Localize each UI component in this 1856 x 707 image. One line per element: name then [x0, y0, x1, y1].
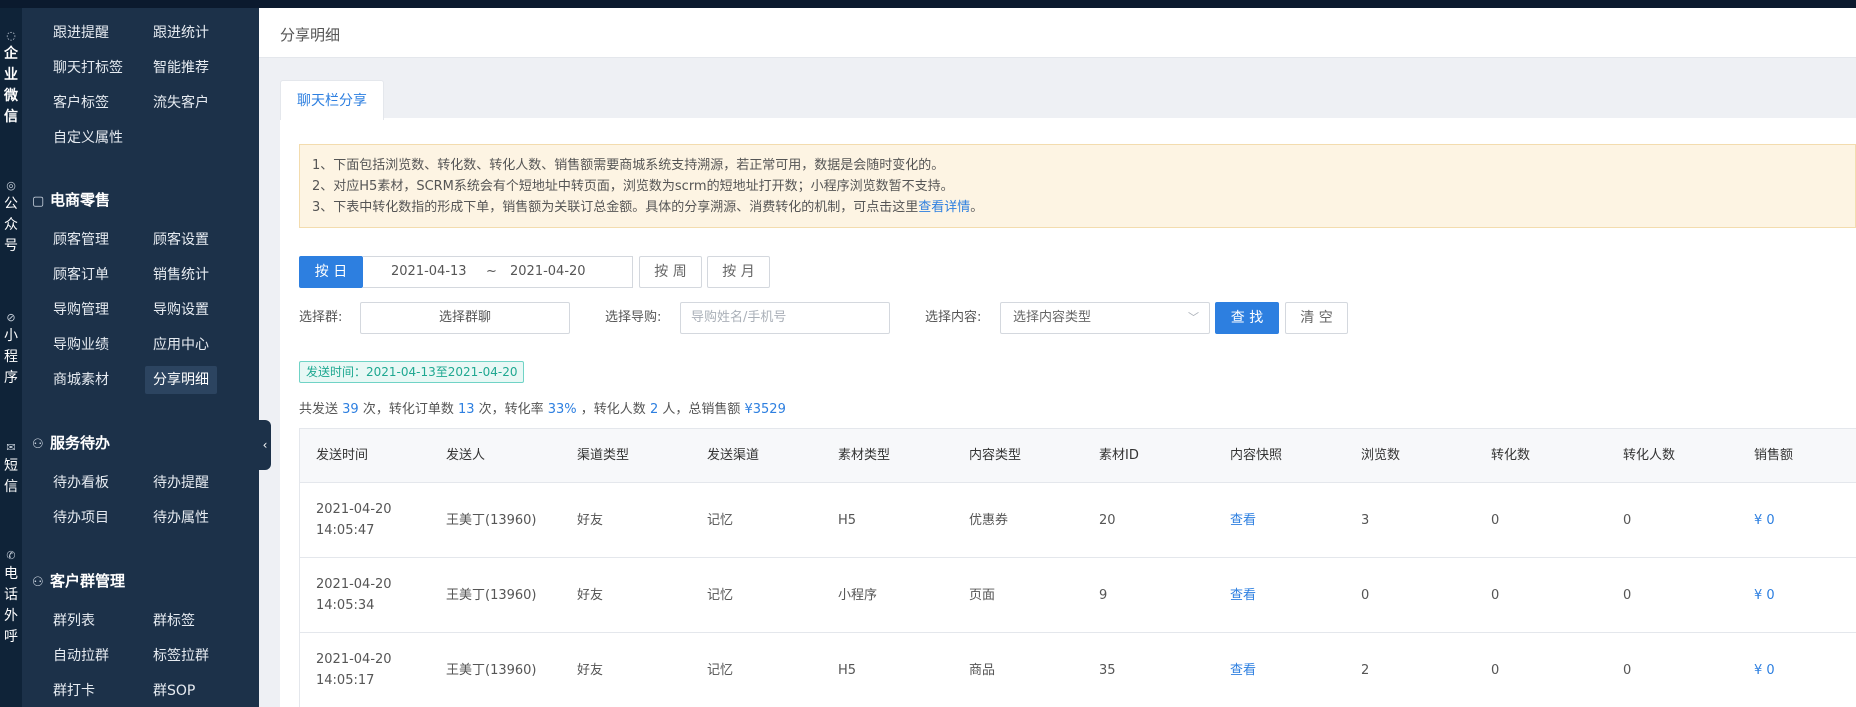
sidebar-item-follow-reminder[interactable]: 跟进提醒 — [53, 23, 109, 43]
rail-item-sms[interactable]: ✉ 短 信 — [0, 440, 22, 498]
column-header: 素材类型 — [838, 448, 891, 463]
chat-bubble-icon: ◌ — [6, 29, 16, 42]
view-details-link[interactable]: 查看详情 — [918, 200, 970, 215]
mini-program-icon: ⊘ — [6, 311, 16, 324]
table-header-row: 发送时间 发送人 渠道类型 发送渠道 素材类型 内容类型 素材ID 内容快照 浏… — [300, 429, 1856, 483]
summary-stats: 共发送 39 次，转化订单数 13 次，转化率 33% ，转化人数 2 人，总销… — [299, 402, 786, 417]
guide-search-input[interactable]: 导购姓名/手机号 — [680, 302, 890, 334]
phone-icon: ✆ — [6, 549, 16, 562]
group-select-label: 选择群: — [299, 310, 343, 325]
search-button[interactable]: 查 找 — [1215, 302, 1279, 334]
page-title: 分享明细 — [280, 26, 341, 44]
module-rail: ◌ 企 业 微 信 ◎ 公 众 号 ⊘ 小 程 序 ✉ 短 信 ✆ 电 话 外 … — [0, 8, 22, 707]
column-header: 素材ID — [1099, 448, 1139, 463]
column-header: 发送人 — [446, 448, 486, 463]
sidebar-item-customer-tags[interactable]: 客户标签 — [53, 93, 109, 113]
column-header: 发送渠道 — [707, 448, 760, 463]
by-day-button[interactable]: 按 日 — [299, 256, 363, 288]
sidebar-item-mall-materials[interactable]: 商城素材 — [53, 370, 109, 390]
sidebar-item-todo-reminder[interactable]: 待办提醒 — [153, 473, 209, 493]
chevron-down-icon: ﹀ — [1188, 311, 1199, 324]
sidebar-item-tag-group[interactable]: 标签拉群 — [153, 646, 209, 666]
page-header: 分享明细 — [259, 8, 1856, 58]
column-header: 发送时间 — [316, 448, 369, 463]
sidebar-item-guide-settings[interactable]: 导购设置 — [153, 300, 209, 320]
sidebar-item-auto-group[interactable]: 自动拉群 — [53, 646, 109, 666]
sidebar-item-todo-items[interactable]: 待办项目 — [53, 508, 109, 528]
rail-item-phone[interactable]: ✆ 电 话 外 呼 — [0, 548, 22, 648]
column-header: 内容快照 — [1230, 448, 1283, 463]
content-type-select[interactable]: 选择内容类型 ﹀ — [1000, 302, 1210, 334]
sidebar-item-chat-tag[interactable]: 聊天打标签 — [53, 58, 123, 78]
group-user-icon: ⚇ — [32, 575, 44, 590]
wechat-icon: ◎ — [6, 179, 16, 192]
main-content: 分享明细 聊天栏分享 1、下面包括浏览数、转化数、转化人数、销售额需要商城系统支… — [259, 8, 1856, 707]
view-snapshot-link[interactable]: 查看 — [1230, 483, 1256, 557]
sidebar-item-custom-attributes[interactable]: 自定义属性 — [53, 128, 123, 148]
column-header: 渠道类型 — [577, 448, 630, 463]
shop-bag-icon: ▢ — [32, 194, 45, 209]
date-range-picker[interactable]: 2021-04-13 ~ 2021-04-20 — [363, 256, 633, 288]
sidebar-item-guide-performance[interactable]: 导购业绩 — [53, 335, 109, 355]
sidebar-item-sales-stats[interactable]: 销售统计 — [153, 265, 209, 285]
table-row: 2021-04-20 14:05:17 王美丁(13960) 好友 记忆 H5 … — [300, 633, 1856, 707]
table-row: 2021-04-20 14:05:34 王美丁(13960) 好友 记忆 小程序… — [300, 558, 1856, 633]
top-bar — [0, 0, 1856, 8]
group-select[interactable]: 选择群聊 — [360, 302, 570, 334]
sidebar-item-group-sop[interactable]: 群SOP — [153, 681, 195, 701]
view-snapshot-link[interactable]: 查看 — [1230, 633, 1256, 707]
sidebar-item-customer-orders[interactable]: 顾客订单 — [53, 265, 109, 285]
clear-button[interactable]: 清 空 — [1285, 302, 1348, 334]
sidebar-section-service-todo[interactable]: ⚇ 服务待办 — [32, 433, 110, 455]
column-header: 销售额 — [1754, 448, 1794, 463]
date-end: 2021-04-20 — [510, 264, 586, 279]
by-week-button[interactable]: 按 周 — [639, 256, 702, 288]
date-separator: ~ — [486, 264, 497, 279]
sidebar-item-todo-attributes[interactable]: 待办属性 — [153, 508, 209, 528]
sidebar-item-smart-recommend[interactable]: 智能推荐 — [153, 58, 209, 78]
sidebar-item-app-center[interactable]: 应用中心 — [153, 335, 209, 355]
mail-icon: ✉ — [6, 441, 16, 454]
column-header: 转化人数 — [1623, 448, 1676, 463]
sidebar-section-group-manage[interactable]: ⚇ 客户群管理 — [32, 571, 125, 593]
service-user-icon: ⚇ — [32, 437, 44, 452]
table-row: 2021-04-20 14:05:47 王美丁(13960) 好友 记忆 H5 … — [300, 483, 1856, 558]
notice-box: 1、下面包括浏览数、转化数、转化人数、销售额需要商城系统支持溯源，若正常可用，数… — [299, 144, 1856, 228]
sidebar-item-share-details[interactable]: 分享明细 — [145, 366, 217, 394]
sidebar-item-group-list[interactable]: 群列表 — [53, 611, 95, 631]
column-header: 内容类型 — [969, 448, 1022, 463]
rail-item-mini-program[interactable]: ⊘ 小 程 序 — [0, 310, 22, 389]
sidebar-item-guide-manage[interactable]: 导购管理 — [53, 300, 109, 320]
sales-amount-link[interactable]: ¥ 0 — [1754, 483, 1775, 557]
column-header: 浏览数 — [1361, 448, 1401, 463]
sidebar-section-ecommerce[interactable]: ▢ 电商零售 — [32, 190, 110, 212]
tab-chat-sidebar-share[interactable]: 聊天栏分享 — [280, 80, 384, 120]
sidebar-item-customer-manage[interactable]: 顾客管理 — [53, 230, 109, 250]
date-start: 2021-04-13 — [391, 264, 467, 279]
sidebar-item-todo-board[interactable]: 待办看板 — [53, 473, 109, 493]
sidebar: 跟进提醒 跟进统计 聊天打标签 智能推荐 客户标签 流失客户 自定义属性 ▢ 电商… — [22, 8, 259, 707]
by-month-button[interactable]: 按 月 — [707, 256, 770, 288]
column-header: 转化数 — [1491, 448, 1531, 463]
sidebar-item-lost-customers[interactable]: 流失客户 — [153, 93, 209, 113]
rail-item-official-account[interactable]: ◎ 公 众 号 — [0, 178, 22, 257]
send-time-tag: 发送时间：2021-04-13至2021-04-20 — [299, 361, 525, 383]
sidebar-item-customer-settings[interactable]: 顾客设置 — [153, 230, 209, 250]
sidebar-item-group-tags[interactable]: 群标签 — [153, 611, 195, 631]
sidebar-item-follow-stats[interactable]: 跟进统计 — [153, 23, 209, 43]
rail-item-wecom[interactable]: ◌ 企 业 微 信 — [0, 28, 22, 128]
share-details-table: 发送时间 发送人 渠道类型 发送渠道 素材类型 内容类型 素材ID 内容快照 浏… — [299, 428, 1856, 707]
guide-select-label: 选择导购: — [605, 310, 662, 325]
sales-amount-link[interactable]: ¥ 0 — [1754, 633, 1775, 707]
sidebar-item-group-checkin[interactable]: 群打卡 — [53, 681, 95, 701]
content-select-label: 选择内容: — [925, 310, 982, 325]
view-snapshot-link[interactable]: 查看 — [1230, 558, 1256, 632]
sales-amount-link[interactable]: ¥ 0 — [1754, 558, 1775, 632]
